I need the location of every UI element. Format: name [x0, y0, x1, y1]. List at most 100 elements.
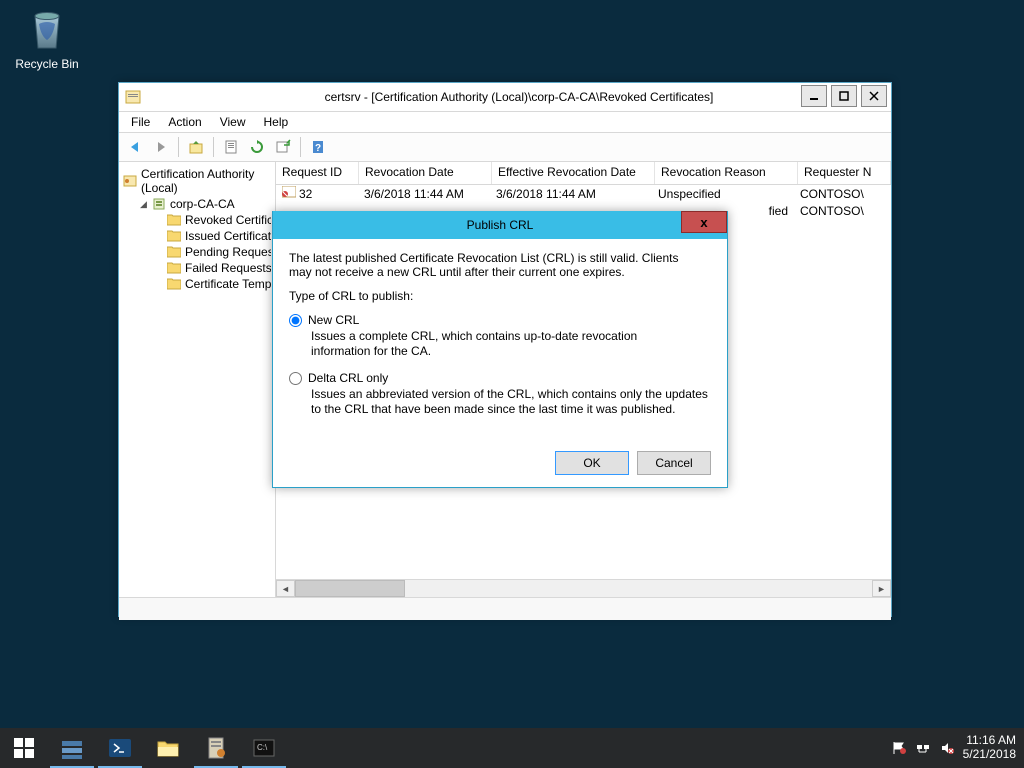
tree-item-label: Revoked Certificates	[185, 213, 271, 227]
recycle-bin[interactable]: Recycle Bin	[10, 6, 84, 71]
menu-help[interactable]: Help	[256, 113, 297, 131]
explorer-icon	[155, 735, 181, 761]
scroll-right-icon[interactable]: ►	[872, 580, 891, 597]
close-button[interactable]	[861, 85, 887, 107]
statusbar	[119, 597, 891, 620]
radio-delta-crl-input[interactable]	[289, 372, 302, 385]
tree-item-issued[interactable]: Issued Certificates	[121, 228, 273, 244]
folder-icon	[167, 246, 181, 258]
taskbar-clock[interactable]: 11:16 AM 5/21/2018	[963, 734, 1016, 762]
back-button[interactable]	[123, 135, 147, 159]
clock-time: 11:16 AM	[963, 734, 1016, 748]
up-button[interactable]	[184, 135, 208, 159]
tree-item-label: Pending Requests	[185, 245, 271, 259]
list-row[interactable]: 32 3/6/2018 11:44 AM 3/6/2018 11:44 AM U…	[276, 185, 891, 202]
menu-file[interactable]: File	[123, 113, 158, 131]
export-button[interactable]	[271, 135, 295, 159]
recycle-bin-label: Recycle Bin	[10, 57, 84, 71]
menu-view[interactable]: View	[212, 113, 254, 131]
folder-icon	[167, 214, 181, 226]
menu-action[interactable]: Action	[160, 113, 209, 131]
ca-root-icon	[123, 174, 137, 188]
cell-reason: Unspecified	[652, 187, 794, 201]
taskbar-certsrv[interactable]	[192, 728, 240, 768]
tree-root-label: Certification Authority (Local)	[141, 167, 271, 195]
tree-pane[interactable]: Certification Authority (Local) ◢ corp-C…	[119, 162, 276, 597]
window-title: certsrv - [Certification Authority (Loca…	[147, 90, 891, 104]
dialog-close-button[interactable]: x	[681, 211, 727, 233]
tree-item-templates[interactable]: Certificate Templates	[121, 276, 273, 292]
svg-text:?: ?	[315, 143, 321, 154]
tree-ca[interactable]: ◢ corp-CA-CA	[121, 196, 273, 212]
minimize-button[interactable]	[801, 85, 827, 107]
col-revocation-reason[interactable]: Revocation Reason	[655, 162, 798, 184]
radio-new-crl-input[interactable]	[289, 314, 302, 327]
radio-delta-crl-desc: Issues an abbreviated version of the CRL…	[311, 387, 711, 417]
col-request-id[interactable]: Request ID	[276, 162, 359, 184]
folder-icon	[167, 262, 181, 274]
col-revocation-date[interactable]: Revocation Date	[359, 162, 492, 184]
radio-new-crl-label: New CRL	[308, 313, 359, 327]
help-button[interactable]: ?	[306, 135, 330, 159]
expander-icon[interactable]: ◢	[139, 200, 148, 209]
cmd-icon: C:\	[251, 735, 277, 761]
radio-new-crl[interactable]: New CRL	[289, 313, 711, 327]
refresh-button[interactable]	[245, 135, 269, 159]
properties-button[interactable]	[219, 135, 243, 159]
scroll-left-icon[interactable]: ◄	[276, 580, 295, 597]
titlebar[interactable]: certsrv - [Certification Authority (Loca…	[119, 83, 891, 112]
tree-root[interactable]: Certification Authority (Local)	[121, 166, 273, 196]
powershell-icon	[107, 735, 133, 761]
radio-delta-crl[interactable]: Delta CRL only	[289, 371, 711, 385]
tree-item-label: Issued Certificates	[185, 229, 271, 243]
list-header: Request ID Revocation Date Effective Rev…	[276, 162, 891, 185]
desktop: Recycle Bin certsrv - [Certification Aut…	[0, 0, 1024, 768]
server-manager-icon	[59, 735, 85, 761]
taskbar: C:\ 11:16 AM 5/21/2018	[0, 728, 1024, 768]
taskbar-server-manager[interactable]	[48, 728, 96, 768]
clock-date: 5/21/2018	[963, 748, 1016, 762]
cell-req: CONTOSO\	[794, 204, 886, 218]
menubar: File Action View Help	[119, 112, 891, 133]
publish-crl-dialog: Publish CRL x The latest published Certi…	[272, 211, 728, 488]
dialog-type-label: Type of CRL to publish:	[289, 289, 711, 303]
scroll-thumb[interactable]	[295, 580, 405, 597]
svg-text:C:\: C:\	[257, 743, 268, 752]
recycle-bin-icon	[23, 6, 71, 54]
cancel-button[interactable]: Cancel	[637, 451, 711, 475]
tree-item-pending[interactable]: Pending Requests	[121, 244, 273, 260]
cell-id: 32	[299, 187, 312, 201]
certsrv-icon	[203, 735, 229, 761]
horizontal-scrollbar[interactable]: ◄ ►	[276, 579, 891, 597]
col-requester[interactable]: Requester N	[798, 162, 891, 184]
tree-item-label: Failed Requests	[185, 261, 271, 275]
ca-icon	[152, 197, 166, 211]
app-icon	[125, 89, 141, 105]
cell-eff: 3/6/2018 11:44 AM	[490, 187, 652, 201]
scroll-track[interactable]	[295, 580, 872, 597]
maximize-button[interactable]	[831, 85, 857, 107]
radio-new-crl-desc: Issues a complete CRL, which contains up…	[311, 329, 691, 359]
forward-button[interactable]	[149, 135, 173, 159]
tree-ca-label: corp-CA-CA	[170, 197, 235, 211]
tray-network-icon[interactable]	[915, 740, 931, 756]
start-button[interactable]	[0, 728, 48, 768]
tray-sound-icon[interactable]	[939, 740, 955, 756]
cert-revoked-icon	[282, 186, 296, 201]
tree-item-failed[interactable]: Failed Requests	[121, 260, 273, 276]
col-effective-date[interactable]: Effective Revocation Date	[492, 162, 655, 184]
dialog-titlebar[interactable]: Publish CRL x	[273, 211, 727, 239]
taskbar-explorer[interactable]	[144, 728, 192, 768]
folder-icon	[167, 230, 181, 242]
toolbar: ?	[119, 133, 891, 162]
folder-icon	[167, 278, 181, 290]
system-tray: 11:16 AM 5/21/2018	[883, 728, 1024, 768]
tree-item-revoked[interactable]: Revoked Certificates	[121, 212, 273, 228]
tray-flag-icon[interactable]	[891, 740, 907, 756]
ok-button[interactable]: OK	[555, 451, 629, 475]
taskbar-powershell[interactable]	[96, 728, 144, 768]
cell-req: CONTOSO\	[794, 187, 886, 201]
taskbar-cmd[interactable]: C:\	[240, 728, 288, 768]
radio-delta-crl-label: Delta CRL only	[308, 371, 388, 385]
dialog-intro: The latest published Certificate Revocat…	[289, 251, 689, 279]
